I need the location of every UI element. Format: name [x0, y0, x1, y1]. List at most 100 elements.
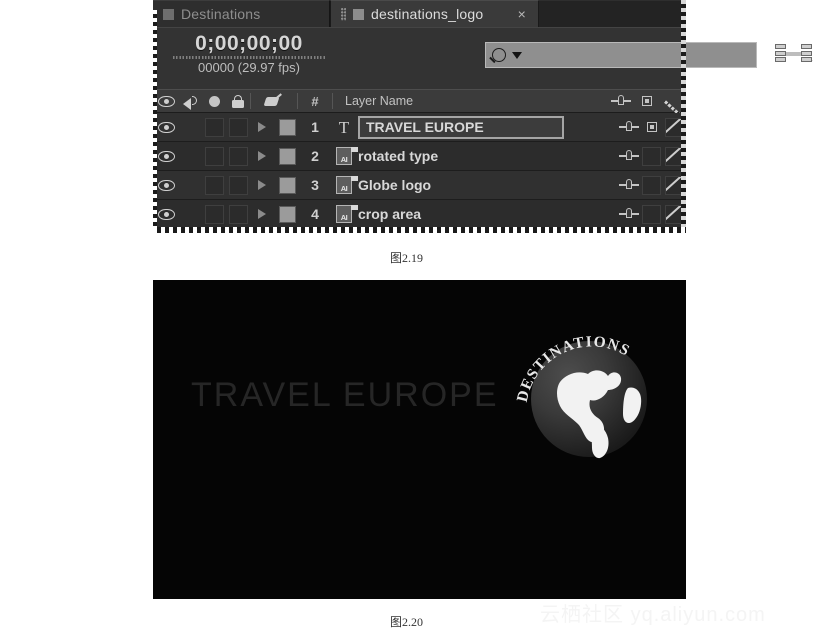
layer-label-color[interactable] — [274, 176, 300, 194]
table-row[interactable]: 2 rotated type — [153, 142, 686, 171]
layer-solo-toggle[interactable] — [203, 117, 226, 137]
parent-pickwhip-icon — [618, 179, 639, 191]
current-timecode[interactable]: 0;00;00;00 — [169, 32, 329, 56]
chevron-right-icon — [258, 122, 266, 132]
tab-destinations[interactable]: Destinations — [153, 0, 330, 27]
drag-handle-icon[interactable] — [341, 7, 346, 21]
layer-quality-switch[interactable] — [640, 200, 663, 229]
layer-number: 3 — [311, 177, 319, 193]
lock-icon — [232, 94, 244, 108]
table-row[interactable]: 3 Globe logo — [153, 171, 686, 200]
layer-solo-toggle[interactable] — [203, 146, 226, 166]
layer-lock-toggle[interactable] — [226, 175, 250, 195]
motion-blur-icon — [665, 146, 684, 166]
layer-solo-toggle[interactable] — [203, 175, 226, 195]
column-header-number[interactable]: # — [298, 94, 332, 109]
layer-label-color[interactable] — [274, 205, 300, 223]
table-row[interactable]: 1 T TRAVEL EUROPE — [153, 113, 686, 142]
composition-icon — [353, 8, 364, 20]
frame-rate-readout: 00000 (29.97 fps) — [198, 60, 300, 75]
column-header-layer-name[interactable]: Layer Name — [333, 94, 413, 108]
layer-expand-triangle[interactable] — [250, 209, 274, 219]
figure-caption: 图2.19 — [389, 251, 423, 265]
illustrator-file-icon — [330, 147, 358, 165]
layer-name-label[interactable]: rotated type — [358, 148, 438, 164]
tab-destinations-logo[interactable]: destinations_logo × — [330, 0, 539, 27]
chevron-right-icon — [258, 209, 266, 219]
layer-label-color[interactable] — [274, 147, 300, 165]
composition-icon — [163, 8, 174, 20]
layer-motion-blur-switch[interactable] — [663, 200, 686, 229]
layer-parent-pickwhip[interactable] — [617, 142, 640, 171]
timecode-toolbar: 0;00;00;00 00000 (29.97 fps) — [153, 27, 813, 89]
motion-blur-icon — [665, 117, 684, 137]
search-input[interactable] — [485, 42, 757, 68]
column-header-audio[interactable] — [179, 95, 203, 110]
layer-number: 4 — [311, 206, 319, 222]
layer-quality-switch[interactable] — [640, 113, 663, 142]
panel-tab-strip: Destinations destinations_logo × — [153, 0, 686, 27]
chevron-right-icon — [258, 151, 266, 161]
speaker-icon — [183, 95, 199, 110]
motion-blur-icon — [665, 94, 682, 109]
eye-icon — [157, 208, 175, 220]
layer-switches — [617, 113, 686, 141]
eye-icon — [157, 179, 175, 191]
column-header-video[interactable] — [153, 95, 179, 107]
globe-graphic: DESTINATIONS — [514, 333, 642, 459]
layer-solo-toggle[interactable] — [203, 204, 226, 224]
eye-icon — [157, 121, 175, 133]
column-header-parent[interactable] — [608, 95, 634, 107]
layer-expand-triangle[interactable] — [250, 151, 274, 161]
layer-visibility-toggle[interactable] — [153, 150, 179, 162]
layer-expand-triangle[interactable] — [250, 180, 274, 190]
column-header-lock[interactable] — [226, 94, 250, 108]
layer-name-label[interactable]: Globe logo — [358, 177, 431, 193]
composition-preview: TRAVEL EUROPE DESTINATIONS — [153, 280, 686, 599]
timecode-display[interactable]: 0;00;00;00 00000 (29.97 fps) — [169, 32, 329, 77]
layer-visibility-toggle[interactable] — [153, 208, 179, 220]
close-icon[interactable]: × — [512, 7, 526, 21]
flowchart-right-nodes — [801, 44, 812, 62]
column-header-quality[interactable] — [634, 94, 660, 108]
eye-icon — [157, 95, 175, 107]
layer-parent-pickwhip[interactable] — [617, 200, 640, 229]
layer-quality-switch[interactable] — [640, 171, 663, 200]
label-tag-icon — [265, 95, 283, 108]
layer-lock-toggle[interactable] — [226, 204, 250, 224]
eye-icon — [157, 150, 175, 162]
layer-motion-blur-switch[interactable] — [663, 142, 686, 171]
after-effects-timeline-panel: Destinations destinations_logo × 0;00;00… — [153, 0, 813, 233]
layer-name-input[interactable]: TRAVEL EUROPE — [358, 115, 564, 139]
layer-list: 1 T TRAVEL EUROPE 2 rotated type — [153, 113, 686, 229]
layer-number: 1 — [311, 119, 319, 135]
watermark-site-url: yq.aliyun.com — [630, 604, 766, 626]
layer-visibility-toggle[interactable] — [153, 121, 179, 133]
column-header-label[interactable] — [251, 95, 297, 108]
layer-lock-toggle[interactable] — [226, 117, 250, 137]
layer-parent-pickwhip[interactable] — [617, 113, 640, 142]
layer-column-headers: # Layer Name — [153, 89, 686, 113]
layer-switches — [617, 200, 686, 228]
layer-name-label[interactable]: crop area — [358, 206, 421, 222]
tab-strip-empty-area — [539, 0, 686, 27]
composition-mini-flowchart-icon[interactable] — [775, 44, 813, 66]
column-header-solo[interactable] — [203, 95, 226, 107]
layer-motion-blur-switch[interactable] — [663, 113, 686, 142]
layer-switches — [617, 171, 686, 199]
layer-switches — [617, 142, 686, 170]
flowchart-left-nodes — [775, 44, 786, 62]
layer-expand-triangle[interactable] — [250, 122, 274, 132]
layer-visibility-toggle[interactable] — [153, 179, 179, 191]
layer-quality-switch[interactable] — [640, 142, 663, 171]
column-header-motion-blur[interactable] — [660, 94, 686, 109]
layer-motion-blur-switch[interactable] — [663, 171, 686, 200]
layer-lock-toggle[interactable] — [226, 146, 250, 166]
chevron-down-icon[interactable] — [512, 51, 522, 59]
table-row[interactable]: 4 crop area — [153, 200, 686, 229]
quality-switch-icon — [645, 120, 659, 134]
quality-switch-icon — [640, 94, 654, 108]
layer-label-color[interactable] — [274, 118, 300, 136]
layer-parent-pickwhip[interactable] — [617, 171, 640, 200]
motion-blur-icon — [665, 175, 684, 195]
